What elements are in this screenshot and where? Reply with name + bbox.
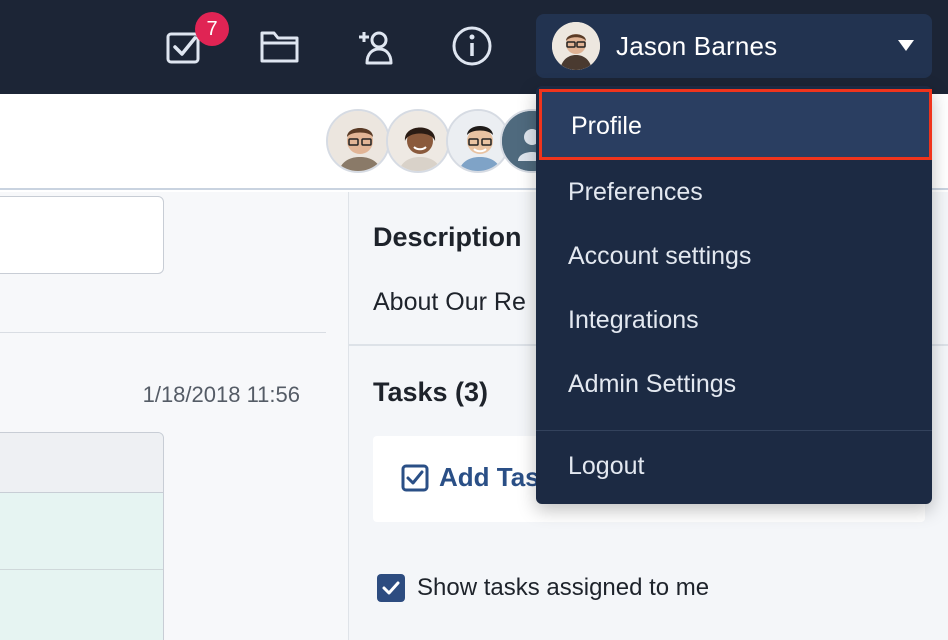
avatar[interactable] [386,109,450,173]
info-icon[interactable] [450,24,494,68]
description-heading: Description [373,222,522,253]
menu-item-preferences[interactable]: Preferences [536,160,932,224]
data-table [0,432,164,640]
menu-item-label: Account settings [568,242,751,271]
menu-item-logout[interactable]: Logout [536,434,932,498]
menu-divider [536,430,932,431]
checkbox[interactable] [377,574,405,602]
menu-item-account-settings[interactable]: Account settings [536,224,932,288]
avatar[interactable] [326,109,390,173]
menu-item-label: Integrations [568,306,699,335]
menu-item-integrations[interactable]: Integrations [536,288,932,352]
add-task-label: Add Tas [439,462,540,493]
menu-item-label: Logout [568,452,644,481]
user-menu-button[interactable]: Jason Barnes [536,14,932,78]
divider [0,332,326,333]
show-tasks-toggle[interactable]: Show tasks assigned to me [377,574,709,602]
tasks-heading: Tasks (3) [373,377,488,408]
top-navigation-bar: 7 [0,0,948,94]
task-checkbox-icon [401,464,429,492]
folder-icon[interactable] [258,24,302,68]
menu-item-label: Preferences [568,178,703,207]
table-row-divider [0,569,163,570]
left-panel: 1/18/2018 11:56 [0,192,348,640]
show-tasks-label: Show tasks assigned to me [417,574,709,602]
check-icon [381,578,401,598]
add-user-icon[interactable] [354,24,398,68]
timestamp: 1/18/2018 11:56 [143,382,300,408]
user-dropdown-menu: Profile Preferences Account settings Int… [536,86,932,504]
avatar [552,22,600,70]
menu-item-admin-settings[interactable]: Admin Settings [536,352,932,416]
menu-item-label: Profile [571,112,642,141]
menu-item-profile[interactable]: Profile [539,89,932,160]
text-input[interactable] [0,196,164,274]
chevron-down-icon [898,40,914,51]
description-text: About Our Re [373,288,526,317]
user-name: Jason Barnes [616,31,777,62]
table-header [0,433,163,493]
notification-badge: 7 [195,12,229,46]
menu-item-label: Admin Settings [568,370,736,399]
